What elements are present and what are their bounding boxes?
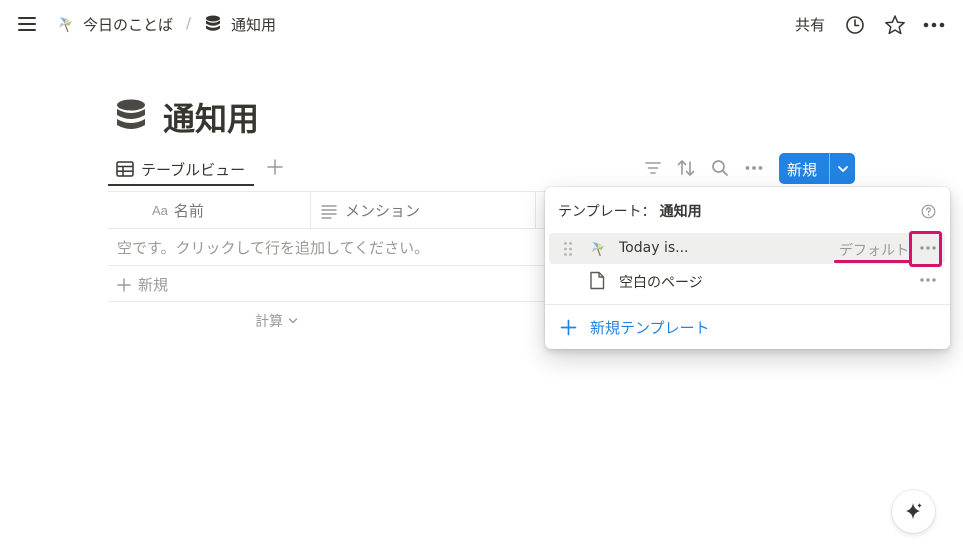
- search-icon[interactable]: [710, 158, 730, 178]
- column-divider: [535, 191, 536, 229]
- help-icon[interactable]: [921, 204, 936, 219]
- star-icon[interactable]: [884, 14, 906, 36]
- table-border: [108, 228, 548, 229]
- new-button-divider: [829, 153, 830, 184]
- page-title[interactable]: 通知用: [163, 94, 259, 140]
- sparkle-icon: [906, 503, 922, 519]
- pinwheel-icon: [591, 241, 605, 257]
- title-property-icon: Aa: [152, 203, 168, 218]
- column-header-label: 名前: [173, 202, 204, 220]
- breadcrumb-database[interactable]: 通知用: [231, 14, 276, 35]
- breadcrumb-separator: /: [186, 14, 192, 32]
- new-button-label: 新規: [787, 161, 818, 179]
- clock-icon[interactable]: [845, 15, 865, 35]
- sort-icon[interactable]: [676, 158, 696, 178]
- add-row-label: 新規: [138, 276, 169, 294]
- column-header-name[interactable]: Aa 名前: [152, 200, 204, 221]
- tab-table-view[interactable]: テーブルビュー: [116, 156, 245, 182]
- plus-icon[interactable]: [266, 157, 284, 177]
- calculate-label: 計算: [255, 314, 283, 330]
- chevron-down-icon: [288, 318, 298, 324]
- annotation-highlight-box: [909, 231, 942, 267]
- template-item-blank-page[interactable]: 空白のページ: [549, 265, 945, 296]
- popup-title: テンプレート： 通知用: [558, 201, 702, 221]
- plus-icon: [117, 277, 131, 292]
- new-template-button[interactable]: 新規テンプレート: [560, 317, 710, 338]
- active-tab-indicator: [108, 184, 254, 186]
- menu-icon[interactable]: [16, 14, 38, 34]
- column-header-label: メンション: [345, 202, 421, 220]
- new-button[interactable]: 新規: [779, 153, 855, 184]
- chevron-down-icon[interactable]: [836, 162, 850, 176]
- template-label: 空白のページ: [619, 275, 703, 291]
- add-row-button[interactable]: 新規: [117, 274, 168, 295]
- popup-title-prefix: テンプレート：: [558, 204, 656, 220]
- column-header-mention[interactable]: メンション: [320, 200, 420, 221]
- empty-table-message[interactable]: 空です。クリックして行を追加してください。: [117, 237, 429, 258]
- breadcrumb-workspace[interactable]: 今日のことば: [83, 14, 173, 35]
- column-divider: [310, 191, 311, 229]
- template-item-today[interactable]: Today is... デフォルト: [549, 233, 945, 264]
- popup-title-database: 通知用: [659, 204, 702, 220]
- new-template-label: 新規テンプレート: [590, 319, 710, 337]
- table-border: [108, 265, 548, 266]
- template-label: Today is...: [619, 240, 689, 256]
- text-lines-icon: [321, 204, 337, 219]
- database-icon: [117, 99, 145, 129]
- default-badge: デフォルト: [839, 243, 909, 259]
- annotation-underline: [834, 260, 912, 263]
- ai-assistant-button[interactable]: [892, 490, 935, 533]
- popup-divider: [545, 304, 950, 305]
- table-border: [108, 301, 548, 302]
- pinwheel-icon: [59, 17, 72, 33]
- view-label: テーブルビュー: [141, 160, 246, 179]
- page-icon: [590, 271, 605, 290]
- share-button[interactable]: 共有: [795, 14, 825, 35]
- topbar: 今日のことば / 通知用 共有: [0, 0, 963, 48]
- database-icon: [206, 15, 220, 31]
- table-icon: [116, 161, 134, 177]
- drag-handle-icon[interactable]: [563, 241, 573, 257]
- template-popup: テンプレート： 通知用 Today is... デフォルト 空白のページ 新規テ…: [545, 187, 950, 349]
- plus-icon: [560, 319, 577, 336]
- more-horizontal-icon[interactable]: [918, 270, 938, 290]
- filter-icon[interactable]: [644, 159, 662, 177]
- calculate-button[interactable]: 計算: [255, 311, 299, 331]
- table-border: [108, 191, 548, 192]
- more-horizontal-icon[interactable]: [744, 159, 764, 177]
- more-horizontal-icon[interactable]: [922, 15, 946, 35]
